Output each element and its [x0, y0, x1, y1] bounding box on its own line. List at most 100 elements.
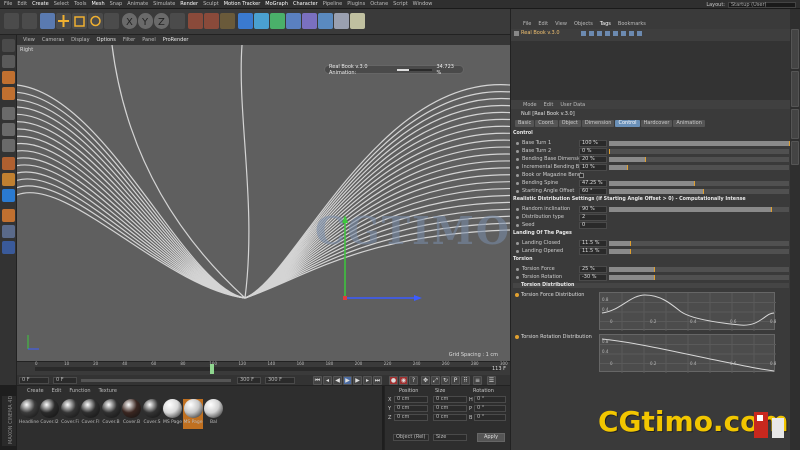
material-swatch[interactable]: MS Page	[163, 399, 183, 429]
move-tool-icon[interactable]	[56, 13, 71, 29]
parameter-value-field[interactable]: 0 %	[579, 148, 607, 155]
coord-mode-dropdown[interactable]: Object (Rel)	[393, 434, 429, 441]
layout-dropdown[interactable]: Startup (User)	[728, 1, 796, 8]
cloner-icon[interactable]	[286, 13, 301, 29]
object-menu-file[interactable]: File	[523, 21, 531, 27]
animate-dot-icon[interactable]	[516, 182, 519, 185]
points-mode-icon[interactable]	[2, 107, 15, 120]
keyframe-selection-icon[interactable]: ?	[409, 376, 418, 385]
parameter-slider-handle[interactable]	[694, 181, 696, 186]
material-swatch[interactable]: Cover.S	[142, 399, 162, 429]
viewport-menu-display[interactable]: Display	[71, 37, 89, 43]
material-swatch[interactable]: Cover.Fl	[81, 399, 101, 429]
x-axis-icon[interactable]: X	[122, 13, 137, 29]
viewport-menu-filter[interactable]: Filter	[123, 37, 135, 43]
animate-dot-icon[interactable]	[516, 250, 519, 253]
snapping-icon[interactable]	[2, 189, 15, 202]
menu-item-sculpt[interactable]: Sculpt	[203, 1, 219, 7]
parameter-slider[interactable]	[609, 157, 789, 162]
parameter-value-field[interactable]: 60 °	[579, 188, 607, 195]
animate-dot-icon[interactable]	[516, 224, 519, 227]
viewport-menu-panel[interactable]: Panel	[142, 37, 156, 43]
next-frame-icon[interactable]: ▶	[353, 376, 362, 385]
record-icon[interactable]: ●	[389, 376, 398, 385]
parameter-slider-handle[interactable]	[609, 149, 610, 154]
menu-item-snap[interactable]: Snap	[110, 1, 123, 7]
attribute-menu-mode[interactable]: Mode	[523, 102, 537, 108]
timeline-track[interactable]	[35, 367, 500, 371]
goto-start-icon[interactable]: ⏮	[313, 376, 322, 385]
animate-dot-icon[interactable]	[516, 166, 519, 169]
menu-item-select[interactable]: Select	[54, 1, 69, 7]
parameter-slider-handle[interactable]	[629, 249, 631, 254]
subdivision-icon[interactable]	[270, 13, 285, 29]
coord-position-field[interactable]: 0 cm	[394, 396, 428, 403]
timeline[interactable]: 0102040608010012014016018020022024026028…	[17, 361, 510, 375]
fcurve-icon[interactable]: ≡	[473, 376, 482, 385]
animate-dot-icon[interactable]	[516, 174, 519, 177]
objects-vertical-tab[interactable]	[791, 29, 799, 69]
preview-start-field[interactable]: 0 F	[53, 377, 77, 384]
goto-end-icon[interactable]: ⏭	[373, 376, 382, 385]
attribute-tab-object[interactable]: Object	[558, 120, 581, 127]
redo-icon[interactable]	[22, 13, 37, 29]
object-menu-view[interactable]: View	[555, 21, 567, 27]
object-list[interactable]	[511, 41, 791, 103]
prev-frame-icon[interactable]: ◀	[333, 376, 342, 385]
coordinate-system-icon[interactable]	[170, 13, 185, 29]
pen-spline-icon[interactable]	[254, 13, 269, 29]
recent-tools-icon[interactable]	[104, 13, 119, 29]
camera-icon[interactable]	[334, 13, 349, 29]
parameter-value-field[interactable]: 2	[579, 214, 607, 221]
animate-dot-icon[interactable]	[516, 158, 519, 161]
viewport-menu-view[interactable]: View	[23, 37, 35, 43]
animate-dot-icon[interactable]	[516, 190, 519, 193]
coord-position-field[interactable]: 0 cm	[394, 405, 428, 412]
material-swatch[interactable]: Bal	[204, 399, 224, 429]
point-level-icon[interactable]: ⠿	[461, 376, 470, 385]
gizmo-z-arrow[interactable]	[414, 295, 422, 301]
object-menu-edit[interactable]: Edit	[538, 21, 548, 27]
prev-key-icon[interactable]: ◂	[323, 376, 332, 385]
object-row[interactable]: Real Book v.3.0	[511, 29, 791, 41]
coord-rotation-field[interactable]: 0 °	[474, 414, 506, 421]
coord-rotation-field[interactable]: 0 °	[474, 405, 506, 412]
parameter-value-field[interactable]: -30 %	[579, 274, 607, 281]
parameter-slider[interactable]	[609, 189, 789, 194]
gizmo-center[interactable]	[343, 296, 347, 300]
cube-icon[interactable]	[238, 13, 253, 29]
object-menu-tags[interactable]: Tags	[600, 21, 611, 27]
parameter-slider[interactable]	[609, 165, 789, 170]
menu-item-octane[interactable]: Octane	[370, 1, 388, 7]
lock-workplane-icon[interactable]	[2, 225, 15, 238]
y-axis-icon[interactable]: Y	[138, 13, 153, 29]
planar-workplane-icon[interactable]	[2, 241, 15, 254]
end-frame-field[interactable]: 300 F	[265, 377, 295, 384]
undo-icon[interactable]	[4, 13, 19, 29]
texture-mode-icon[interactable]	[2, 71, 15, 84]
animate-dot-icon[interactable]	[516, 268, 519, 271]
parameter-slider-handle[interactable]	[645, 157, 646, 162]
timeline-playhead[interactable]	[210, 364, 215, 374]
coord-size-field[interactable]: 0 cm	[433, 405, 467, 412]
material-swatch[interactable]: Cover.B	[122, 399, 142, 429]
material-swatch[interactable]: MS Page	[183, 399, 203, 429]
animate-dot-icon[interactable]	[516, 216, 519, 219]
object-menu-objects[interactable]: Objects	[574, 21, 593, 27]
polygons-mode-icon[interactable]	[2, 139, 15, 152]
parameter-slider-handle[interactable]	[702, 189, 704, 194]
attribute-tab-hardcover[interactable]: Hardcover	[640, 120, 673, 127]
z-axis-icon[interactable]: Z	[154, 13, 169, 29]
menu-item-render[interactable]: Render	[180, 1, 198, 7]
parameter-value-field[interactable]: 90 %	[579, 206, 607, 213]
animate-dot-icon[interactable]	[516, 208, 519, 211]
attribute-tab-basic[interactable]: Basic	[515, 120, 535, 127]
graph-animate-icon[interactable]	[515, 293, 519, 297]
workplane-icon[interactable]	[2, 209, 15, 222]
attribute-menu-edit[interactable]: Edit	[544, 102, 554, 108]
coord-position-field[interactable]: 0 cm	[394, 414, 428, 421]
viewport[interactable]: Right Real Book v.3.0 Animation: 34.723 …	[17, 45, 510, 361]
attribute-tab-dimension[interactable]: Dimension	[581, 120, 615, 127]
menu-item-mesh[interactable]: Mesh	[91, 1, 104, 7]
parameter-slider-handle[interactable]	[771, 207, 772, 212]
